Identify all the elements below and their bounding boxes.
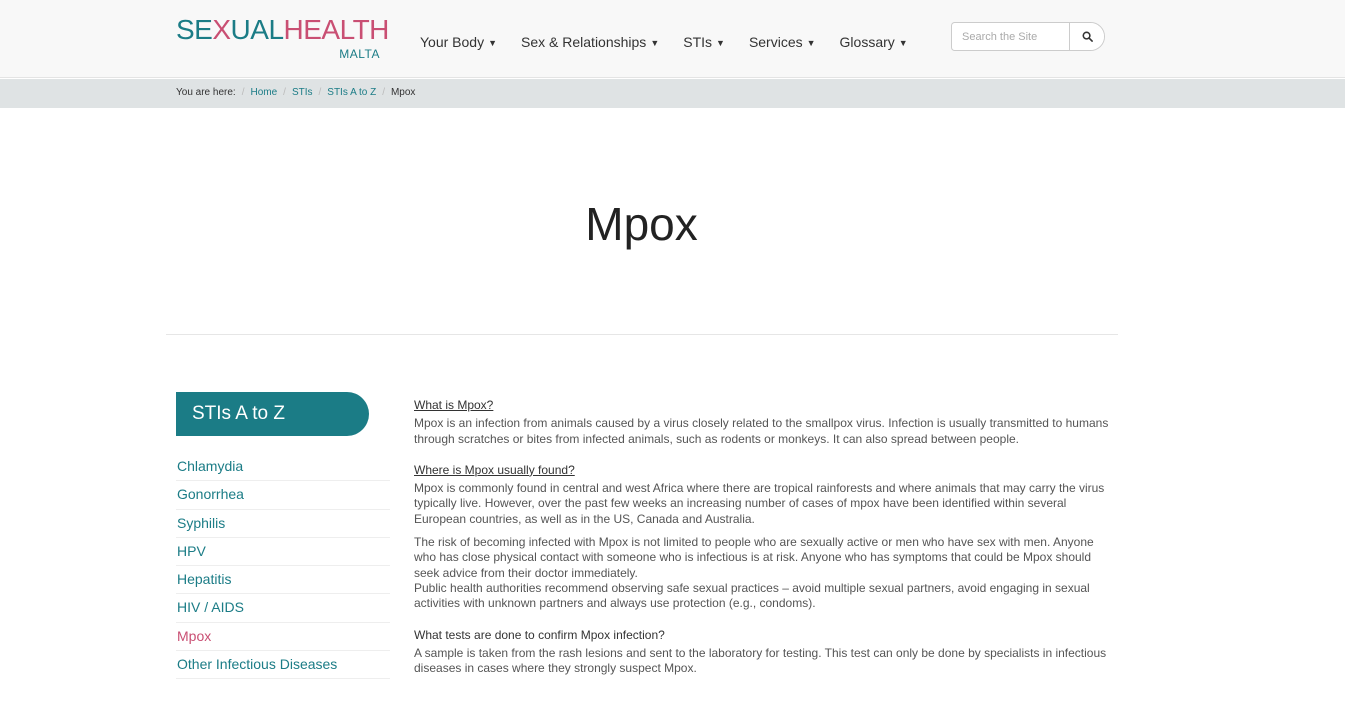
logo-text-health: HEALTH — [283, 14, 390, 45]
nav-label: Sex & Relationships — [521, 34, 647, 50]
caret-down-icon: ▼ — [488, 38, 498, 49]
breadcrumb-current: Mpox — [390, 87, 416, 98]
section-heading-tests: What tests are done to confirm Mpox infe… — [414, 627, 665, 642]
title-divider — [166, 334, 1118, 335]
sidebar-item-gonorrhea[interactable]: Gonorrhea — [176, 481, 390, 510]
logo-wordmark: SEXUALHEALTH — [176, 14, 389, 46]
site-logo[interactable]: SEXUALHEALTH MALTA — [176, 14, 389, 66]
sidebar-item-hiv-aids[interactable]: HIV / AIDS — [176, 594, 390, 623]
sidebar-item-chlamydia[interactable]: Chlamydia — [176, 453, 390, 482]
caret-down-icon: ▼ — [898, 38, 908, 49]
nav-label: STIs — [683, 34, 713, 50]
nav-label: Services — [748, 34, 803, 50]
section-text-what-is: Mpox is an infection from animals caused… — [414, 416, 1109, 446]
section-heading-what-is: What is Mpox? — [414, 398, 494, 412]
nav-stis[interactable]: STIs ▼ — [683, 34, 725, 50]
breadcrumb: You are here: / Home / STIs / STIs A to … — [0, 79, 1345, 108]
breadcrumb-home[interactable]: Home — [250, 87, 277, 98]
main-nav: Your Body ▼ Sex & Relationships ▼ STIs ▼ Se… — [420, 34, 932, 50]
breadcrumb-separator: / — [382, 87, 385, 98]
breadcrumb-separator: / — [241, 87, 245, 98]
article-content: What is Mpox? Mpox is an infection from … — [414, 398, 1114, 692]
breadcrumb-separator: / — [318, 87, 322, 98]
sidebar-item-other-infectious-diseases[interactable]: Other Infectious Diseases — [176, 651, 390, 680]
section-text-risk: The risk of becoming infected with Mpox … — [414, 535, 1094, 580]
page-title: Mpox — [585, 198, 698, 250]
sidebar-title: STIs A to Z — [176, 392, 369, 436]
sidebar-item-mpox[interactable]: Mpox — [176, 623, 390, 652]
sidebar-item-hepatitis[interactable]: Hepatitis — [176, 566, 390, 595]
breadcrumb-stis-a-to-z[interactable]: STIs A to Z — [327, 87, 376, 98]
caret-down-icon: ▼ — [806, 38, 816, 49]
caret-down-icon: ▼ — [650, 38, 660, 49]
caret-down-icon: ▼ — [716, 38, 725, 49]
nav-label: Glossary — [839, 34, 895, 50]
nav-services[interactable]: Services ▼ — [749, 34, 816, 50]
nav-label: Your Body — [420, 34, 485, 50]
nav-glossary[interactable]: Glossary ▼ — [840, 34, 908, 50]
logo-subtitle: MALTA — [339, 47, 380, 61]
sidebar-item-syphilis[interactable]: Syphilis — [176, 510, 390, 538]
search-icon — [1082, 31, 1093, 42]
breadcrumb-separator: / — [283, 87, 286, 98]
logo-text-ual: UAL — [230, 14, 284, 45]
site-search — [951, 22, 1105, 51]
section-heading-where-found: Where is Mpox usually found? — [414, 462, 575, 477]
search-button[interactable] — [1069, 23, 1104, 50]
sidebar-list: Chlamydia Gonorrhea Syphilis HPV Hepatit… — [176, 453, 390, 680]
sidebar-item-hpv[interactable]: HPV — [176, 538, 390, 567]
logo-heart-x: X — [212, 14, 231, 45]
nav-sex-relationships[interactable]: Sex & Relationships ▼ — [521, 34, 659, 50]
breadcrumb-stis[interactable]: STIs — [292, 87, 313, 98]
search-input[interactable] — [952, 23, 1070, 50]
section-text-tests: A sample is taken from the rash lesions … — [414, 645, 1107, 676]
nav-your-body[interactable]: Your Body ▼ — [420, 34, 497, 50]
logo-text-se: SE — [176, 14, 213, 45]
section-text-where-found: Mpox is commonly found in central and we… — [414, 481, 1105, 526]
site-header: SEXUALHEALTH MALTA Your Body ▼ Sex & Rela… — [0, 0, 1345, 78]
section-text-recommendation: Public health authorities recommend obse… — [414, 580, 1090, 611]
breadcrumb-prefix: You are here: — [176, 87, 236, 98]
